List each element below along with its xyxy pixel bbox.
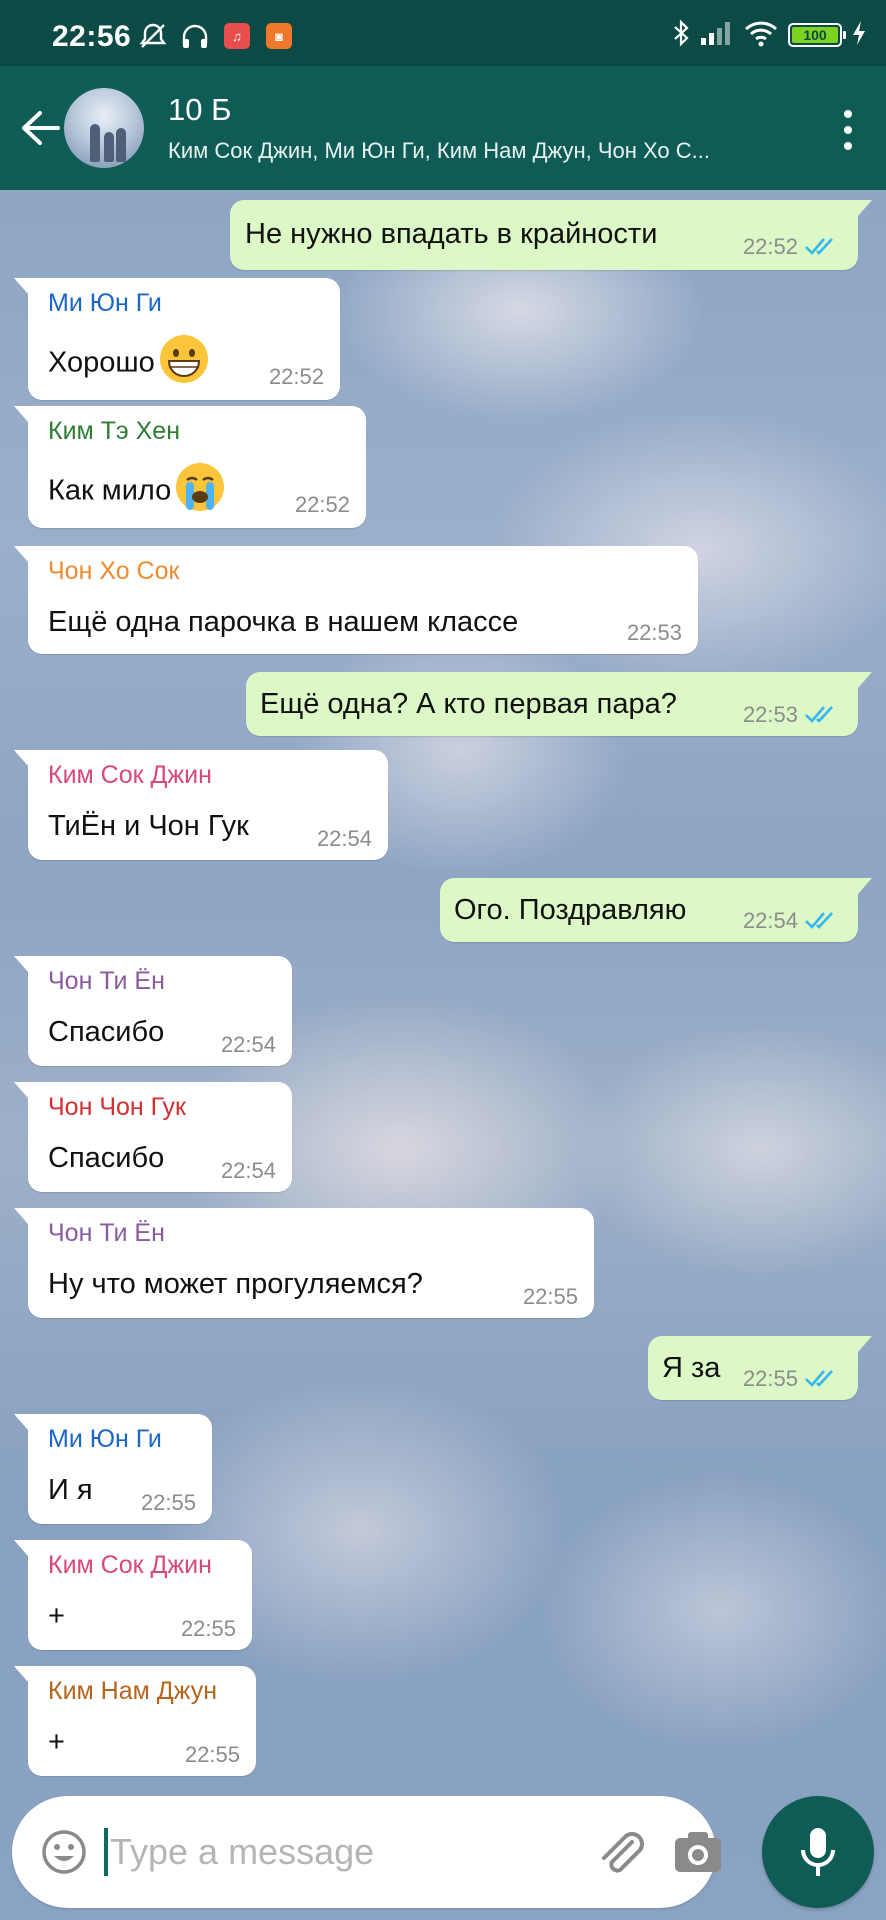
- mic-button[interactable]: [762, 1796, 874, 1908]
- headphones-icon: [180, 22, 210, 50]
- grinning-emoji-icon: [159, 335, 208, 383]
- message-sender: Ким Сок Джин: [48, 761, 212, 789]
- message-sender: Ми Юн Ги: [48, 1425, 162, 1453]
- battery-level: 100: [792, 27, 838, 43]
- message-outgoing[interactable]: Ого. Поздравляю 22:54: [440, 878, 872, 942]
- text-cursor: [104, 1828, 108, 1876]
- status-bar: 22:56 ♫ ◙ 100: [0, 0, 886, 66]
- message-time: 22:54: [316, 826, 372, 851]
- message-time: 22:53: [626, 620, 682, 645]
- mute-icon: [138, 22, 168, 50]
- message-incoming[interactable]: Чон Чон Гук Спасибо 22:54: [14, 1082, 292, 1192]
- message-time: 22:55: [180, 1616, 236, 1641]
- message-outgoing[interactable]: Я за 22:55: [648, 1336, 872, 1400]
- message-time: 22:52: [742, 234, 798, 259]
- music-app-icon: ♫: [224, 22, 250, 50]
- read-ticks-icon: [805, 912, 833, 929]
- message-sender: Ми Юн Ги: [48, 289, 162, 317]
- message-text: ТиЁн и Чон Гук: [48, 810, 249, 842]
- group-avatar[interactable]: [64, 88, 144, 168]
- message-incoming[interactable]: Ким Нам Джун + 22:55: [14, 1666, 256, 1776]
- message-sender: Чон Ти Ён: [48, 967, 165, 995]
- message-sender: Ким Тэ Хен: [48, 417, 181, 445]
- read-ticks-icon: [805, 238, 833, 255]
- message-text: Не нужно впадать в крайности: [245, 218, 658, 250]
- message-time: 22:54: [220, 1158, 276, 1183]
- group-members: Ким Сок Джин, Ми Юн Ги, Ким Нам Джун, Чо…: [168, 138, 710, 163]
- read-ticks-icon: [805, 706, 833, 723]
- read-ticks-icon: [805, 1370, 833, 1387]
- message-text: Я за: [662, 1352, 721, 1384]
- message-incoming[interactable]: Ким Тэ Хен Как мило 22:52: [14, 406, 366, 528]
- battery-icon: 100: [788, 23, 846, 47]
- message-text: Ну что может прогуляемся?: [48, 1268, 423, 1300]
- message-incoming[interactable]: Ким Сок Джин ТиЁн и Чон Гук 22:54: [14, 750, 388, 860]
- mic-icon: [801, 1828, 835, 1876]
- message-text: Хорошо: [48, 335, 211, 386]
- message-time: 22:55: [140, 1490, 196, 1515]
- signal-icon: [700, 20, 734, 51]
- message-sender: Чон Чон Гук: [48, 1093, 186, 1121]
- message-incoming[interactable]: Чон Хо Сок Ещё одна парочка в нашем клас…: [14, 546, 698, 654]
- message-text: Ого. Поздравляю: [454, 894, 687, 926]
- message-outgoing[interactable]: Не нужно впадать в крайности 22:52: [230, 200, 872, 270]
- message-incoming[interactable]: Чон Ти Ён Спасибо 22:54: [14, 956, 292, 1066]
- message-input[interactable]: [110, 1824, 490, 1880]
- message-text: И я: [48, 1474, 93, 1506]
- message-text: Как мило: [48, 463, 227, 514]
- message-text: Спасибо: [48, 1016, 165, 1048]
- message-incoming[interactable]: Чон Ти Ён Ну что может прогуляемся? 22:5…: [14, 1208, 594, 1318]
- back-arrow-icon: [22, 111, 60, 145]
- message-text: Ещё одна парочка в нашем классе: [48, 606, 519, 638]
- message-time: 22:52: [294, 492, 350, 517]
- crying-emoji-icon: [176, 463, 225, 511]
- message-incoming[interactable]: Ми Юн Ги И я 22:55: [14, 1414, 212, 1524]
- message-outgoing[interactable]: Ещё одна? А кто первая пара? 22:53: [246, 672, 872, 736]
- emoji-icon[interactable]: [40, 1828, 88, 1876]
- mi-app-icon: ◙: [266, 22, 292, 50]
- message-time: 22:55: [522, 1284, 578, 1309]
- bluetooth-icon: [672, 18, 690, 52]
- back-button[interactable]: [16, 104, 64, 152]
- message-time: 22:53: [742, 702, 798, 727]
- message-time: 22:52: [268, 364, 324, 389]
- message-incoming[interactable]: Ми Юн Ги Хорошо 22:52: [14, 278, 340, 400]
- group-title: 10 Б: [168, 92, 232, 127]
- message-sender: Чон Ти Ён: [48, 1219, 165, 1247]
- message-sender: Ким Нам Джун: [48, 1677, 217, 1705]
- message-text: +: [48, 1600, 65, 1632]
- charging-icon: [852, 20, 866, 51]
- message-time: 22:54: [220, 1032, 276, 1057]
- message-time: 22:54: [742, 908, 798, 933]
- wifi-icon: [744, 19, 778, 52]
- chat-header: 10 Б Ким Сок Джин, Ми Юн Ги, Ким Нам Джу…: [0, 66, 886, 190]
- status-right-icons: 100: [672, 18, 866, 52]
- message-sender: Ким Сок Джин: [48, 1551, 212, 1579]
- chat-area[interactable]: Не нужно впадать в крайности 22:52 Ми Юн…: [0, 190, 886, 1920]
- message-text: Спасибо: [48, 1142, 165, 1174]
- message-composer: [12, 1796, 721, 1908]
- message-time: 22:55: [742, 1366, 798, 1391]
- message-incoming[interactable]: Ким Сок Джин + 22:55: [14, 1540, 252, 1650]
- message-sender: Чон Хо Сок: [48, 557, 180, 585]
- status-time: 22:56: [52, 20, 132, 53]
- header-info[interactable]: 10 Б Ким Сок Джин, Ми Юн Ги, Ким Нам Джу…: [168, 92, 788, 166]
- camera-icon[interactable]: [672, 1826, 724, 1878]
- message-time: 22:55: [184, 1742, 240, 1767]
- message-text: +: [48, 1726, 65, 1758]
- more-options-button[interactable]: [838, 106, 858, 154]
- message-text: Ещё одна? А кто первая пара?: [260, 688, 677, 720]
- attach-icon[interactable]: [592, 1824, 648, 1880]
